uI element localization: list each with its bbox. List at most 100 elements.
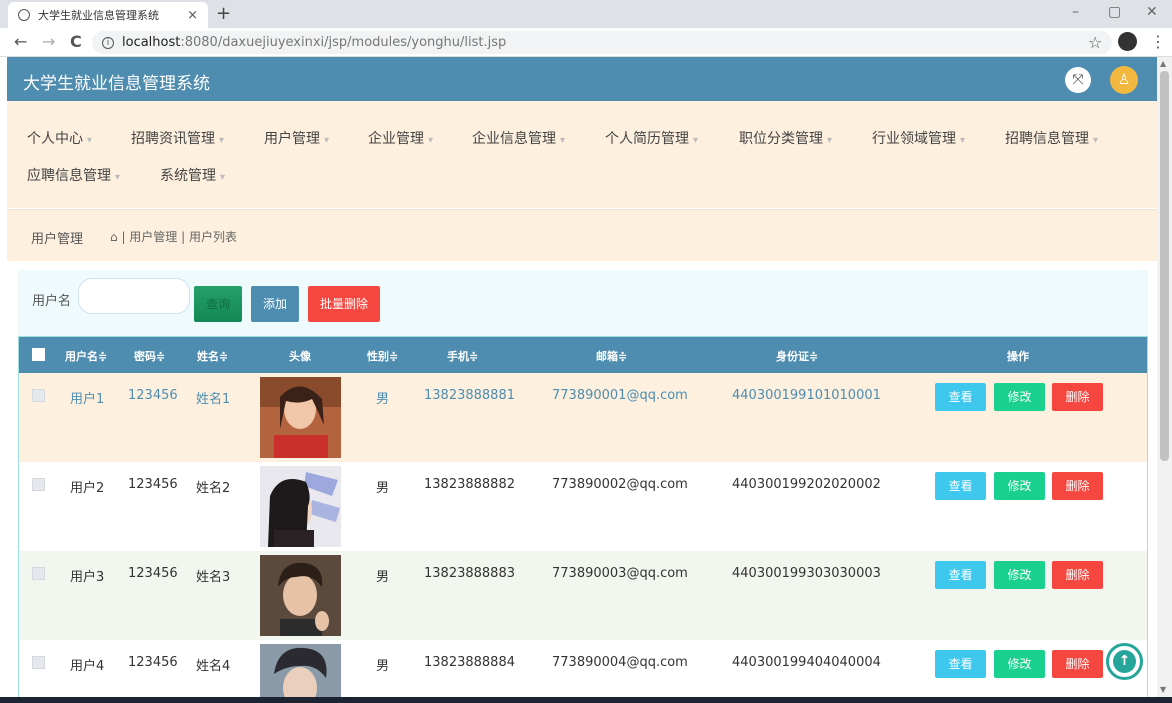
new-tab-button[interactable]: + (216, 3, 231, 24)
search-button[interactable]: 查询 (194, 286, 242, 322)
scrollbar-thumb[interactable] (1160, 71, 1169, 461)
favicon-icon (18, 9, 30, 21)
cell-gender: 男 (376, 481, 390, 496)
cell-gender: 男 (376, 392, 390, 407)
select-all-checkbox[interactable] (32, 348, 45, 361)
avatar (260, 644, 341, 703)
cell-password: 123456 (128, 388, 178, 403)
nav-item-label: 系统管理 (160, 168, 216, 184)
breadcrumb-bar: 用户管理 ⌂ | 用户管理 | 用户列表 (7, 209, 1157, 261)
avatar (260, 555, 341, 636)
chevron-down-icon: ▾ (960, 135, 966, 146)
cell-gender: 男 (376, 570, 390, 585)
batch-delete-button[interactable]: 批量删除 (308, 286, 380, 322)
breadcrumb: ⌂ | 用户管理 | 用户列表 (110, 228, 237, 245)
column-header-phone[interactable]: 手机≑ (447, 348, 478, 364)
delete-button[interactable]: 删除 (1052, 650, 1103, 678)
view-button[interactable]: 查看 (935, 561, 986, 589)
cell-idcard: 440300199404040004 (732, 655, 881, 670)
scroll-to-top-button[interactable]: ↑ (1106, 643, 1143, 680)
scroll-down-icon[interactable]: ▼ (1160, 685, 1166, 694)
delete-button[interactable]: 删除 (1052, 561, 1103, 589)
cell-password: 123456 (128, 566, 178, 581)
edit-button[interactable]: 修改 (994, 472, 1045, 500)
cell-username: 用户1 (70, 392, 105, 407)
nav-item-news[interactable]: 招聘资讯管理 ▾ (131, 128, 224, 148)
nav-item-users[interactable]: 用户管理 ▾ (264, 128, 329, 148)
browser-tab[interactable]: 大学生就业信息管理系统 × (8, 2, 208, 28)
add-button[interactable]: 添加 (251, 286, 299, 322)
maximize-button[interactable]: ▢ (1108, 4, 1121, 20)
close-window-button[interactable]: ✕ (1146, 4, 1158, 20)
back-button[interactable]: ← (14, 32, 27, 51)
cell-username: 用户4 (70, 659, 105, 674)
user-avatar-icon[interactable]: ♙ (1110, 66, 1138, 94)
bookmark-star-icon[interactable]: ☆ (1088, 33, 1102, 52)
table-row: 用户3 123456 姓名3 男 13823888883 773890003@q… (19, 551, 1147, 640)
view-button[interactable]: 查看 (935, 383, 986, 411)
nav-item-job-categories[interactable]: 职位分类管理 ▾ (739, 128, 832, 148)
fullscreen-icon[interactable]: ⤧ (1065, 67, 1091, 93)
cell-phone: 13823888881 (424, 388, 515, 403)
minimize-button[interactable]: – (1072, 4, 1079, 20)
table-row: 用户2 123456 姓名2 男 13823888882 773890002@q… (19, 462, 1147, 551)
edit-button[interactable]: 修改 (994, 650, 1045, 678)
row-checkbox[interactable] (32, 478, 45, 491)
edit-button[interactable]: 修改 (994, 561, 1045, 589)
page-scrollbar[interactable]: ▲ ▼ (1157, 57, 1172, 703)
url-input[interactable]: i localhost:8080/daxuejiuyexinxi/jsp/mod… (92, 31, 1112, 54)
profile-icon[interactable] (1118, 32, 1137, 51)
forward-button[interactable]: → (42, 32, 55, 51)
cell-idcard: 440300199202020002 (732, 477, 881, 492)
nav-item-label: 行业领域管理 (872, 131, 956, 147)
browser-menu-icon[interactable]: ⋮ (1150, 32, 1166, 51)
username-search-input[interactable] (78, 278, 190, 314)
cell-password: 123456 (128, 477, 178, 492)
cell-name: 姓名1 (196, 392, 231, 407)
cell-username: 用户2 (70, 481, 105, 496)
nav-item-recruitment[interactable]: 招聘信息管理 ▾ (1005, 128, 1098, 148)
view-button[interactable]: 查看 (935, 472, 986, 500)
chevron-down-icon: ▾ (428, 135, 434, 146)
column-header-username[interactable]: 用户名≑ (65, 348, 107, 364)
column-header-gender[interactable]: 性别≑ (367, 348, 398, 364)
row-checkbox[interactable] (32, 567, 45, 580)
chevron-down-icon: ▾ (87, 135, 93, 146)
nav-item-personal-center[interactable]: 个人中心 ▾ (27, 128, 92, 148)
user-table: 用户名≑ 密码≑ 姓名≑ 头像 性别≑ 手机≑ 邮箱≑ 身份证≑ 操作 用户1 … (18, 336, 1148, 703)
delete-button[interactable]: 删除 (1052, 383, 1103, 411)
cell-name: 姓名4 (196, 659, 231, 674)
nav-item-resumes[interactable]: 个人简历管理 ▾ (605, 128, 698, 148)
view-button[interactable]: 查看 (935, 650, 986, 678)
row-checkbox[interactable] (32, 389, 45, 402)
nav-item-company-info[interactable]: 企业信息管理 ▾ (472, 128, 565, 148)
cell-idcard: 440300199101010001 (732, 388, 881, 403)
cell-phone: 13823888884 (424, 655, 515, 670)
table-row: 用户4 123456 姓名4 男 13823888884 773890004@q… (19, 640, 1147, 703)
scroll-up-icon[interactable]: ▲ (1160, 59, 1166, 68)
info-icon[interactable]: i (102, 36, 114, 49)
chevron-down-icon: ▾ (560, 135, 566, 146)
tab-close-icon[interactable]: × (187, 8, 198, 23)
cell-phone: 13823888882 (424, 477, 515, 492)
cell-username: 用户3 (70, 570, 105, 585)
nav-item-label: 企业信息管理 (472, 131, 556, 147)
home-icon[interactable]: ⌂ (110, 230, 118, 244)
reload-button[interactable]: C (70, 32, 82, 51)
nav-item-label: 招聘资讯管理 (131, 131, 215, 147)
column-header-name[interactable]: 姓名≑ (197, 348, 228, 364)
column-header-password[interactable]: 密码≑ (134, 348, 165, 364)
column-header-idcard[interactable]: 身份证≑ (776, 348, 818, 364)
cell-name: 姓名2 (196, 481, 231, 496)
edit-button[interactable]: 修改 (994, 383, 1045, 411)
nav-item-companies[interactable]: 企业管理 ▾ (368, 128, 433, 148)
page-title: 用户管理 (31, 232, 84, 247)
column-header-email[interactable]: 邮箱≑ (596, 348, 627, 364)
delete-button[interactable]: 删除 (1052, 472, 1103, 500)
nav-item-industries[interactable]: 行业领域管理 ▾ (872, 128, 965, 148)
row-checkbox[interactable] (32, 656, 45, 669)
nav-item-system[interactable]: 系统管理 ▾ (160, 165, 225, 185)
table-header: 用户名≑ 密码≑ 姓名≑ 头像 性别≑ 手机≑ 邮箱≑ 身份证≑ 操作 (19, 337, 1147, 373)
nav-item-label: 个人简历管理 (605, 131, 689, 147)
nav-item-applications[interactable]: 应聘信息管理 ▾ (27, 165, 120, 185)
